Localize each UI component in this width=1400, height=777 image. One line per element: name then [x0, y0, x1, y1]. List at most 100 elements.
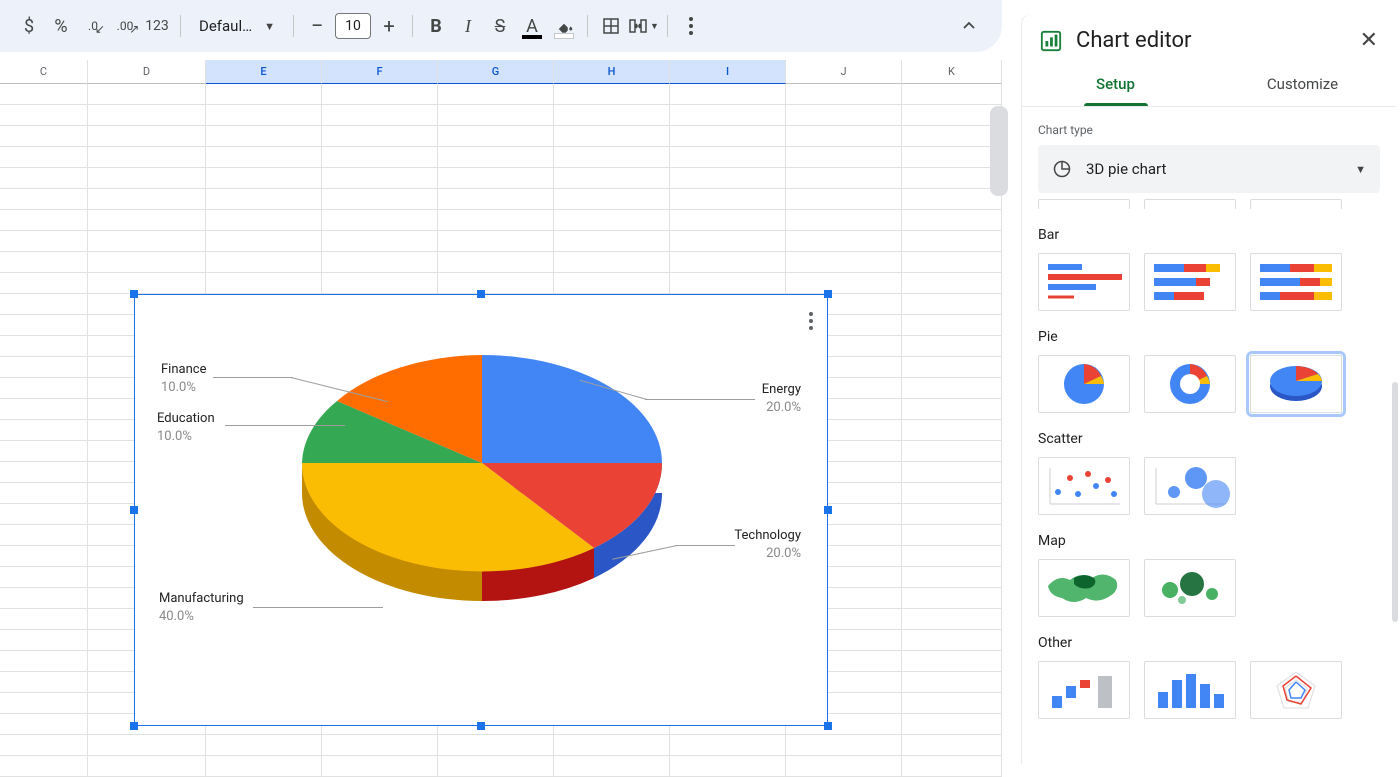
chart-type-thumb-bar-100[interactable] — [1250, 253, 1342, 311]
chart-type-thumb-geo[interactable] — [1038, 559, 1130, 617]
chart-type-thumb-histogram[interactable] — [1144, 661, 1236, 719]
sidebar-body: Chart type 3D pie chart ▼ Bar Pie Scatte… — [1022, 107, 1396, 747]
spreadsheet-grid[interactable]: CDEFGHIJK Energy20.0% Technology20.0 — [0, 60, 1002, 767]
pie-chart-icon — [1052, 159, 1072, 179]
chart-type-thumb-bar-stacked[interactable] — [1144, 253, 1236, 311]
collapse-toolbar-button[interactable] — [954, 11, 984, 41]
chart-type-label: Chart type — [1038, 123, 1380, 137]
column-header[interactable]: D — [88, 60, 206, 84]
dropdown-caret-icon: ▼ — [1355, 163, 1366, 176]
resize-handle[interactable] — [477, 290, 485, 298]
resize-handle[interactable] — [824, 722, 832, 730]
column-header[interactable]: E — [206, 60, 322, 84]
separator — [180, 15, 181, 37]
separator — [412, 15, 413, 37]
borders-button[interactable] — [596, 11, 626, 41]
section-other: Other — [1038, 635, 1380, 651]
column-header[interactable]: J — [786, 60, 902, 84]
fill-color-button[interactable] — [549, 11, 579, 41]
resize-handle[interactable] — [130, 722, 138, 730]
tab-setup[interactable]: Setup — [1022, 63, 1209, 106]
paint-bucket-icon — [555, 17, 573, 35]
chart-type-thumb[interactable] — [1038, 199, 1130, 209]
separator — [667, 15, 668, 37]
font-size-control: − + — [302, 11, 404, 41]
chart-editor-icon — [1040, 30, 1062, 52]
separator — [587, 15, 588, 37]
section-scatter: Scatter — [1038, 431, 1380, 447]
leader-line — [213, 377, 293, 378]
resize-handle[interactable] — [824, 506, 832, 514]
tab-customize[interactable]: Customize — [1209, 63, 1396, 106]
sidebar-tabs: Setup Customize — [1022, 63, 1396, 107]
resize-handle[interactable] — [477, 722, 485, 730]
text-color-button[interactable]: A — [517, 11, 547, 41]
close-sidebar-button[interactable]: ✕ — [1360, 28, 1378, 53]
chart-type-thumb-radar[interactable] — [1250, 661, 1342, 719]
more-button[interactable] — [676, 11, 706, 41]
slice-label-education: Education10.0% — [157, 410, 215, 445]
sidebar-scrollbar[interactable] — [1390, 94, 1398, 734]
chart-type-thumb-waterfall[interactable] — [1038, 661, 1130, 719]
chart-type-thumb-pie[interactable] — [1038, 355, 1130, 413]
slice-label-energy: Energy20.0% — [762, 381, 801, 416]
font-family-select[interactable]: Defaul… ▼ — [189, 17, 285, 35]
leader-line — [253, 607, 383, 608]
vertical-scrollbar[interactable] — [990, 106, 1008, 196]
section-map: Map — [1038, 533, 1380, 549]
chart-type-thumb-donut[interactable] — [1144, 355, 1236, 413]
leader-line — [675, 545, 735, 546]
dropdown-caret-icon: ▼ — [264, 20, 275, 33]
column-header[interactable]: F — [322, 60, 438, 84]
resize-handle[interactable] — [130, 506, 138, 514]
merge-icon — [628, 17, 648, 35]
currency-button[interactable]: $ — [14, 11, 44, 41]
column-header[interactable]: K — [902, 60, 1002, 84]
section-bar: Bar — [1038, 227, 1380, 243]
column-headers: CDEFGHIJK — [0, 60, 1002, 84]
borders-icon — [602, 17, 620, 35]
decrease-font-button[interactable]: − — [302, 11, 332, 41]
chart-type-thumb-bar[interactable] — [1038, 253, 1130, 311]
formatting-toolbar: $ % .0↙ .00↗ 123 Defaul… ▼ − + B I S A ▼ — [0, 0, 1002, 52]
chevron-up-icon — [962, 19, 976, 33]
decrease-decimal-button[interactable]: .0↙ — [78, 11, 108, 41]
chart-type-thumb-scatter[interactable] — [1038, 457, 1130, 515]
chart-type-thumb[interactable] — [1144, 199, 1236, 209]
column-header[interactable]: G — [438, 60, 554, 84]
increase-decimal-button[interactable]: .00↗ — [110, 11, 140, 41]
chart-type-dropdown[interactable]: 3D pie chart ▼ — [1038, 145, 1380, 193]
strikethrough-button[interactable]: S — [485, 11, 515, 41]
chart-type-thumb-geo-markers[interactable] — [1144, 559, 1236, 617]
font-size-input[interactable] — [335, 13, 371, 39]
column-header[interactable]: I — [670, 60, 786, 84]
number-format-button[interactable]: 123 — [142, 11, 172, 41]
resize-handle[interactable] — [824, 290, 832, 298]
section-pie: Pie — [1038, 329, 1380, 345]
scrollbar-thumb[interactable] — [1392, 382, 1398, 622]
resize-handle[interactable] — [130, 290, 138, 298]
italic-button[interactable]: I — [453, 11, 483, 41]
chart-type-thumb[interactable] — [1250, 199, 1342, 209]
bold-button[interactable]: B — [421, 11, 451, 41]
chart-type-thumb-bubble[interactable] — [1144, 457, 1236, 515]
chart-options-button[interactable] — [809, 309, 813, 333]
column-header[interactable]: C — [0, 60, 88, 84]
slice-label-technology: Technology20.0% — [734, 527, 801, 562]
slice-label-manufacturing: Manufacturing40.0% — [159, 590, 244, 625]
pie-chart-3d — [265, 325, 695, 685]
increase-font-button[interactable]: + — [374, 11, 404, 41]
sidebar-header: Chart editor ✕ — [1022, 14, 1396, 63]
percent-button[interactable]: % — [46, 11, 76, 41]
slice-label-finance: Finance10.0% — [161, 361, 206, 396]
sidebar-title: Chart editor — [1076, 28, 1346, 53]
merge-cells-button[interactable]: ▼ — [628, 11, 659, 41]
leader-line — [225, 425, 345, 426]
font-family-label: Defaul… — [199, 17, 252, 35]
chart-editor-sidebar: Chart editor ✕ Setup Customize Chart typ… — [1022, 14, 1396, 764]
dropdown-caret-icon: ▼ — [650, 21, 659, 32]
chart-type-thumb-3d-pie[interactable] — [1250, 355, 1342, 413]
embedded-chart[interactable]: Energy20.0% Technology20.0% Manufacturin… — [134, 294, 828, 726]
column-header[interactable]: H — [554, 60, 670, 84]
leader-line — [645, 399, 755, 400]
